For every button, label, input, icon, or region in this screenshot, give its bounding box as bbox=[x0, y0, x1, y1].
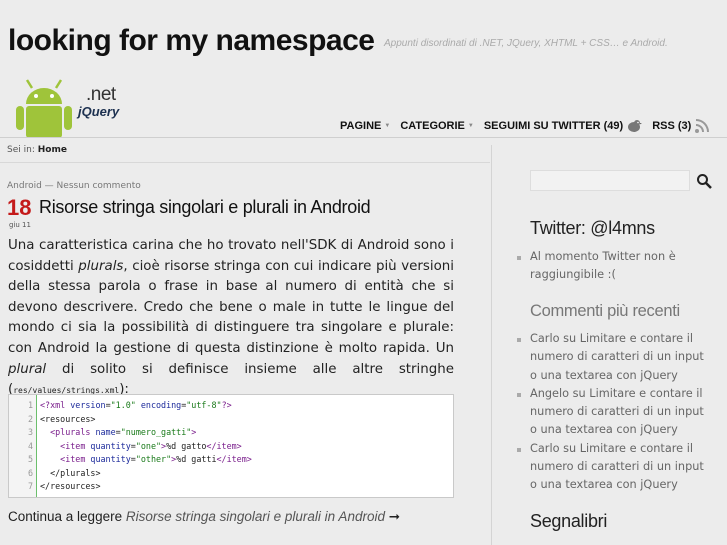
code-token: <?xml bbox=[40, 400, 71, 410]
list-item[interactable]: Angelo su Limitare e contare il numero d… bbox=[517, 385, 710, 440]
content-divider bbox=[0, 162, 490, 163]
header-divider bbox=[0, 137, 727, 138]
breadcrumb: Sei in: Home bbox=[7, 145, 67, 155]
code-token: %d gatti bbox=[176, 454, 217, 464]
post-title[interactable]: Risorse stringa singolari e plurali in A… bbox=[39, 197, 371, 218]
post-date-day: 18 bbox=[7, 195, 32, 220]
code-line: </plurals> bbox=[40, 467, 101, 478]
breadcrumb-prefix: Sei in: bbox=[7, 145, 35, 155]
code-token: </item> bbox=[216, 454, 252, 464]
site-logo[interactable]: .net jQuery bbox=[12, 78, 130, 138]
search-icon[interactable] bbox=[696, 173, 712, 189]
post-meta: Android — Nessun commento bbox=[7, 181, 141, 191]
site-title[interactable]: looking for my namespace bbox=[8, 24, 375, 58]
continue-link[interactable]: Risorse stringa singolari e plurali in A… bbox=[126, 509, 385, 524]
code-token: <item bbox=[40, 454, 91, 464]
nav-rss-label: RSS (3) bbox=[652, 120, 692, 132]
code-line: </resources> bbox=[40, 481, 101, 491]
code-token: </item> bbox=[206, 440, 242, 451]
code-token: "numero_gatti" bbox=[120, 427, 192, 437]
logo-net-text: .net bbox=[86, 84, 116, 105]
twitter-list: Al momento Twitter non è raggiungibile :… bbox=[517, 248, 710, 285]
list-item[interactable]: Carlo su Limitare e contare il numero di… bbox=[517, 440, 710, 495]
post-category-link[interactable]: Android bbox=[7, 181, 42, 191]
code-line: <item quantity="other">%d gatti</item> bbox=[40, 454, 252, 464]
post-text-plural: plural bbox=[8, 361, 47, 377]
recent-comments-title: Commenti più recenti bbox=[530, 302, 680, 320]
code-token: encoding bbox=[135, 400, 182, 410]
code-token: %d gatto bbox=[166, 440, 207, 451]
search-input[interactable] bbox=[530, 170, 690, 191]
logo-jquery-text: jQuery bbox=[78, 104, 120, 119]
code-line: <plurals name="numero_gatti"> bbox=[40, 427, 196, 437]
site-tagline: Appunti disordinati di .NET, JQuery, XHT… bbox=[384, 38, 668, 49]
nav-pagine[interactable]: PAGINE ▼ bbox=[340, 120, 390, 132]
nav-categorie-label: CATEGORIE bbox=[400, 120, 465, 132]
code-token: ?> bbox=[221, 400, 232, 410]
line-number: 3 bbox=[27, 427, 33, 437]
android-robot-icon bbox=[16, 79, 72, 138]
twitter-widget-title: Twitter: @l4mns bbox=[530, 218, 655, 238]
code-token: quantity bbox=[90, 454, 131, 464]
bookmarks-title: Segnalibri bbox=[530, 511, 608, 531]
post-comments-link[interactable]: Nessun commento bbox=[57, 181, 141, 191]
code-line: <?xml version="1.0" encoding="utf-8"?> bbox=[40, 400, 232, 410]
line-number: 5 bbox=[27, 454, 33, 464]
nav-twitter-label: SEGUIMI SU TWITTER (49) bbox=[483, 120, 624, 132]
code-token: > bbox=[191, 427, 197, 437]
chevron-down-icon: ▼ bbox=[384, 123, 391, 129]
nav-rss[interactable]: RSS (3) bbox=[652, 118, 710, 134]
recent-comments-list: Carlo su Limitare e contare il numero di… bbox=[517, 330, 710, 495]
code-token: version bbox=[70, 400, 106, 410]
code-token: "1.0" bbox=[110, 400, 136, 410]
line-number: 1 bbox=[27, 400, 33, 410]
code-token: <item bbox=[40, 440, 91, 451]
line-number: 7 bbox=[27, 481, 33, 491]
sidebar-divider bbox=[491, 145, 492, 545]
twitter-bird-icon bbox=[628, 120, 643, 132]
code-line: <resources> bbox=[40, 413, 96, 424]
code-token: "utf-8" bbox=[186, 400, 222, 410]
list-item: Al momento Twitter non è raggiungibile :… bbox=[517, 248, 710, 285]
main-navigation: PAGINE ▼ CATEGORIE ▼ SEGUIMI SU TWITTER … bbox=[340, 117, 710, 135]
nav-twitter[interactable]: SEGUIMI SU TWITTER (49) bbox=[483, 118, 643, 134]
continue-label: Continua a leggere bbox=[8, 509, 126, 524]
arrow-right-icon: ➞ bbox=[388, 509, 401, 524]
list-item[interactable]: Carlo su Limitare e contare il numero di… bbox=[517, 330, 710, 385]
code-token: "other" bbox=[135, 454, 172, 464]
post-excerpt: Una caratteristica carina che ho trovato… bbox=[8, 236, 454, 402]
chevron-down-icon: ▼ bbox=[467, 123, 474, 129]
line-number: 4 bbox=[27, 440, 33, 451]
code-block: 1 2 3 4 5 6 7 <?xml version="1.0" encodi… bbox=[8, 394, 454, 498]
code-token: <plurals bbox=[40, 427, 96, 437]
post-date-month: giu 11 bbox=[9, 221, 31, 229]
code-token: name bbox=[95, 427, 116, 437]
code-token: "one" bbox=[135, 440, 162, 451]
line-number: 6 bbox=[27, 467, 33, 478]
meta-separator: — bbox=[44, 181, 54, 191]
line-number: 2 bbox=[27, 413, 33, 424]
rss-icon bbox=[695, 119, 710, 133]
code-token: quantity bbox=[90, 440, 131, 451]
breadcrumb-home[interactable]: Home bbox=[38, 145, 67, 155]
nav-pagine-label: PAGINE bbox=[340, 120, 382, 132]
code-gutter: 1 2 3 4 5 6 7 bbox=[9, 395, 37, 497]
continue-reading: Continua a leggere Risorse stringa singo… bbox=[8, 509, 400, 525]
nav-categorie[interactable]: CATEGORIE ▼ bbox=[400, 120, 474, 132]
code-line: <item quantity="one">%d gatto</item> bbox=[40, 441, 242, 451]
post-text-plurals: plurals bbox=[78, 258, 124, 274]
